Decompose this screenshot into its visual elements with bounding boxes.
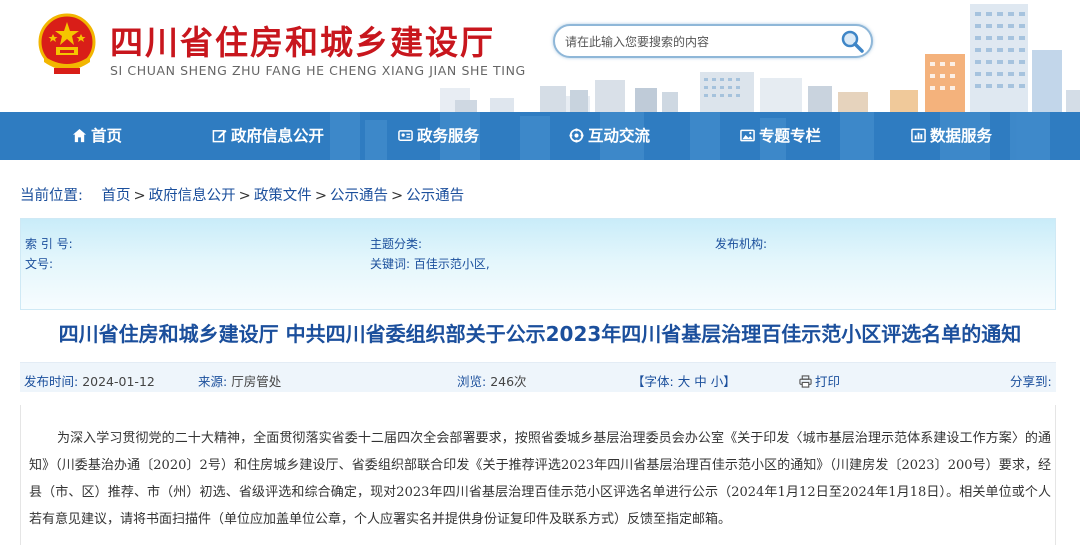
- nav-item-label: 政府信息公开: [231, 127, 325, 145]
- main-nav: 首页 政府信息公开 政务服务 互动交流 专题专栏 数据服务: [0, 112, 1080, 160]
- nav-item-label: 互动交流: [588, 127, 651, 145]
- font-size-label: 【字体:: [632, 374, 674, 389]
- source-label: 来源:: [198, 374, 228, 389]
- breadcrumb-separator: >: [133, 188, 146, 204]
- meta-doc-number: 文号:: [25, 257, 54, 271]
- body-paragraph: 为深入学习贯彻党的二十大精神，全面贯彻落实省委十二届四次全会部署要求，按照省委城…: [29, 431, 1051, 527]
- publish-time-value: 2024-01-12: [82, 374, 155, 389]
- image-icon: [740, 129, 755, 142]
- breadcrumb-link[interactable]: 公示通告: [330, 188, 388, 204]
- id-card-icon: [398, 130, 413, 141]
- national-emblem-icon: [38, 13, 96, 74]
- nav-item-interaction[interactable]: 互动交流: [569, 112, 650, 160]
- search-icon[interactable]: [839, 29, 865, 55]
- publish-time-label: 发布时间:: [24, 374, 79, 389]
- breadcrumb-separator: >: [238, 188, 251, 204]
- nav-item-special-topics[interactable]: 专题专栏: [740, 112, 821, 160]
- meta-index-number: 索 引 号:: [25, 237, 73, 251]
- nav-item-government-info[interactable]: 政府信息公开: [212, 112, 324, 160]
- publish-time: 发布时间: 2024-01-12: [24, 371, 155, 390]
- font-size-controls: 【字体: 大 中 小】: [632, 371, 736, 390]
- data-icon: [911, 128, 926, 143]
- nav-item-data-services[interactable]: 数据服务: [911, 112, 992, 160]
- meta-publisher: 发布机构:: [715, 237, 768, 251]
- nav-item-home[interactable]: 首页: [72, 112, 122, 160]
- font-size-large-button[interactable]: 大: [678, 374, 691, 389]
- font-size-small-button[interactable]: 小】: [711, 374, 736, 389]
- breadcrumb-link[interactable]: 政府信息公开: [149, 188, 236, 204]
- breadcrumb-link[interactable]: 公示通告: [406, 188, 464, 204]
- document-meta-box: 索 引 号: 主题分类: 发布机构: 文号: 关键词: 百佳示范小区,: [20, 218, 1056, 310]
- meta-keywords-label: 关键词:: [370, 257, 411, 271]
- source-value: 厅房管处: [231, 374, 282, 389]
- breadcrumb-separator: >: [390, 188, 404, 204]
- nav-item-label: 数据服务: [930, 127, 993, 145]
- breadcrumb-link[interactable]: 首页: [102, 188, 131, 204]
- font-size-medium-button[interactable]: 中: [694, 374, 707, 389]
- nav-item-label: 政务服务: [417, 127, 480, 145]
- site-header: 四川省住房和城乡建设厅 SI CHUAN SHENG ZHU FANG HE C…: [0, 0, 1080, 112]
- meta-category: 主题分类:: [370, 237, 423, 251]
- breadcrumb: 当前位置: 首页 > 政府信息公开 > 政策文件 > 公示通告 > 公示通告: [20, 184, 464, 205]
- view-count: 浏览: 246次: [457, 371, 527, 390]
- nav-item-label: 专题专栏: [759, 127, 822, 145]
- chat-icon: [569, 128, 584, 143]
- breadcrumb-label: 当前位置:: [20, 188, 83, 204]
- document-info-bar: 发布时间: 2024-01-12 来源: 厅房管处 浏览: 246次 【字体: …: [20, 362, 1056, 392]
- edit-icon: [212, 129, 227, 143]
- meta-keywords-value: 百佳示范小区,: [413, 257, 490, 271]
- print-button[interactable]: 打印: [799, 371, 840, 390]
- view-count-label: 浏览:: [457, 374, 487, 389]
- breadcrumb-link[interactable]: 政策文件: [254, 188, 312, 204]
- view-count-value: 246次: [490, 374, 527, 389]
- search-box: [553, 24, 873, 58]
- meta-keywords: 关键词: 百佳示范小区,: [370, 255, 490, 272]
- breadcrumb-separator: >: [314, 188, 327, 204]
- print-label: 打印: [815, 374, 841, 389]
- share-label[interactable]: 分享到:: [1010, 371, 1052, 390]
- printer-icon: [799, 375, 812, 388]
- home-icon: [72, 128, 87, 143]
- nav-item-government-services[interactable]: 政务服务: [398, 112, 479, 160]
- source: 来源: 厅房管处: [198, 371, 281, 390]
- search-input[interactable]: [565, 32, 835, 52]
- document-title: 四川省住房和城乡建设厅 中共四川省委组织部关于公示2023年四川省基层治理百佳示…: [58, 322, 1022, 346]
- nav-item-label: 首页: [91, 127, 123, 145]
- document-body: 为深入学习贯彻党的二十大精神，全面贯彻落实省委十二届四次全会部署要求，按照省委城…: [20, 405, 1056, 545]
